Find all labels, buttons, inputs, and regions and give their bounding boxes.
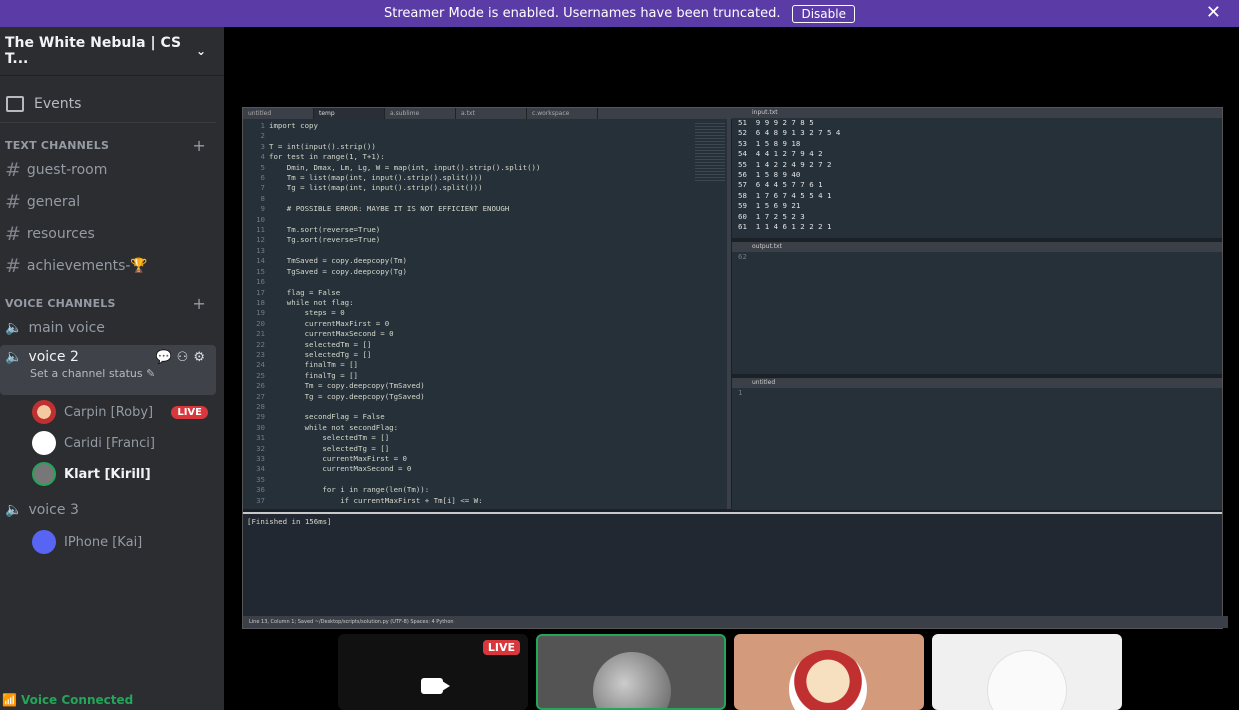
- voice-user[interactable]: Caridi [Franci]: [0, 428, 224, 458]
- participant-tile[interactable]: [536, 634, 726, 710]
- channel-general[interactable]: # general: [0, 187, 216, 217]
- channel-label: voice 3: [28, 502, 79, 518]
- output-text: 62: [738, 252, 747, 261]
- disable-button[interactable]: Disable: [792, 4, 855, 23]
- minimap: [695, 123, 725, 183]
- editor-tab: a.txt: [456, 108, 527, 119]
- participant-tile[interactable]: [932, 634, 1122, 710]
- events-label: Events: [34, 96, 82, 112]
- server-name: The White Nebula | CS T...: [5, 35, 182, 67]
- pane-tab: output.txt: [732, 242, 1222, 252]
- editor-tab: temp: [314, 108, 385, 119]
- user-name: Carpin [Roby]: [64, 404, 154, 420]
- signal-icon: 📶: [2, 693, 17, 707]
- untitled-pane: untitled 1: [732, 378, 1222, 510]
- participant-tile[interactable]: [734, 634, 924, 710]
- output-pane: output.txt 62: [732, 242, 1222, 374]
- channel-achievements[interactable]: # achievements-🏆: [0, 251, 216, 281]
- add-channel-icon[interactable]: +: [192, 136, 206, 155]
- input-pane: input.txt 51 9 9 9 2 7 8 5 52 6 4 8 9 1 …: [732, 108, 1222, 238]
- chevron-down-icon[interactable]: ⌄: [196, 44, 206, 58]
- avatar: [32, 400, 56, 424]
- channel-sidebar: The White Nebula | CS T... ⌄ Events TEXT…: [0, 27, 224, 710]
- calendar-icon: [6, 96, 24, 112]
- channel-status[interactable]: Set a channel status ✎: [30, 367, 155, 380]
- shared-screen-editor: untitled temp a.sublime a.txt c.workspac…: [242, 107, 1228, 629]
- channel-label: general: [26, 194, 81, 210]
- voice-user[interactable]: IPhone [Kai]: [0, 527, 224, 557]
- events-item[interactable]: Events: [0, 86, 216, 123]
- code-pane: 1 2 3 4 5 6 7 8 9 10 11 12 13 14 15 16 1…: [243, 119, 731, 509]
- user-name: Caridi [Franci]: [64, 435, 155, 451]
- avatar: [593, 652, 671, 708]
- line-numbers: 1 2 3 4 5 6 7 8 9 10 11 12 13 14 15 16 1…: [256, 121, 265, 505]
- editor-statusbar: Line 13, Column 1; Saved ~/Desktop/scrip…: [243, 616, 1228, 628]
- stream-tile[interactable]: LIVE: [338, 634, 528, 710]
- source-code: import copy T = int(input().strip()) for…: [269, 121, 541, 505]
- avatar: [32, 530, 56, 554]
- category-label: TEXT CHANNELS: [5, 138, 110, 152]
- avatar: [32, 462, 56, 486]
- voice-channels-category[interactable]: VOICE CHANNELS +: [0, 294, 224, 313]
- voice-channel-voice-3[interactable]: 🔈 voice 3: [0, 495, 216, 525]
- editor-tab: untitled: [243, 108, 314, 119]
- camera-icon: [421, 678, 450, 694]
- live-badge: LIVE: [171, 405, 208, 419]
- build-result: [Finished in 156ms]: [247, 517, 332, 526]
- live-badge: LIVE: [482, 640, 520, 655]
- hash-icon: #: [5, 191, 21, 213]
- channel-label: voice 2: [28, 349, 79, 365]
- channel-label: resources: [26, 226, 95, 242]
- input-text: 51 9 9 9 2 7 8 5 52 6 4 8 9 1 3 2 7 5 4 …: [738, 118, 841, 232]
- streamer-mode-banner: Streamer Mode is enabled. Usernames have…: [0, 0, 1239, 27]
- pane-tab: input.txt: [732, 108, 1222, 118]
- channel-label: main voice: [28, 320, 105, 336]
- voice-connected-panel[interactable]: 📶 Voice Connected: [0, 690, 224, 710]
- channel-controls[interactable]: 💬⚇⚙: [156, 350, 211, 365]
- hash-icon: #: [5, 255, 21, 277]
- text-channels-category[interactable]: TEXT CHANNELS +: [0, 136, 224, 155]
- server-header[interactable]: The White Nebula | CS T... ⌄: [0, 27, 224, 76]
- editor-tab: a.sublime: [385, 108, 456, 119]
- pane-tab: untitled: [732, 378, 1222, 388]
- user-name: Klart [Kirill]: [64, 466, 151, 482]
- hash-icon: #: [5, 159, 21, 181]
- stream-view[interactable]: untitled temp a.sublime a.txt c.workspac…: [224, 27, 1239, 710]
- channel-label: achievements-🏆: [26, 258, 148, 274]
- channel-guest-room[interactable]: # guest-room: [0, 155, 216, 185]
- voice-channel-main[interactable]: 🔈 main voice: [0, 313, 216, 343]
- voice-user[interactable]: Klart [Kirill]: [0, 459, 224, 489]
- add-channel-icon[interactable]: +: [192, 294, 206, 313]
- speaker-icon: 🔈: [5, 349, 23, 365]
- avatar: [789, 650, 867, 710]
- avatar: [32, 431, 56, 455]
- close-icon[interactable]: ✕: [1206, 2, 1221, 23]
- voice-status-label: Voice Connected: [20, 693, 134, 707]
- channel-label: guest-room: [26, 162, 108, 178]
- hash-icon: #: [5, 223, 21, 245]
- avatar: [987, 650, 1067, 710]
- user-name: IPhone [Kai]: [64, 534, 143, 550]
- untitled-text: 1: [738, 388, 743, 397]
- banner-text: Streamer Mode is enabled. Usernames have…: [383, 6, 781, 21]
- channel-resources[interactable]: # resources: [0, 219, 216, 249]
- category-label: VOICE CHANNELS: [5, 296, 116, 310]
- build-output-panel: [Finished in 156ms]: [243, 512, 1222, 616]
- voice-channel-voice-2[interactable]: 🔈 voice 2 💬⚇⚙ Set a channel status ✎: [0, 345, 216, 395]
- editor-tab: c.workspace: [527, 108, 598, 119]
- speaker-icon: 🔈: [5, 502, 23, 518]
- voice-user[interactable]: Carpin [Roby] LIVE: [0, 397, 224, 427]
- speaker-icon: 🔈: [5, 320, 23, 336]
- participant-tiles: LIVE: [338, 634, 1122, 710]
